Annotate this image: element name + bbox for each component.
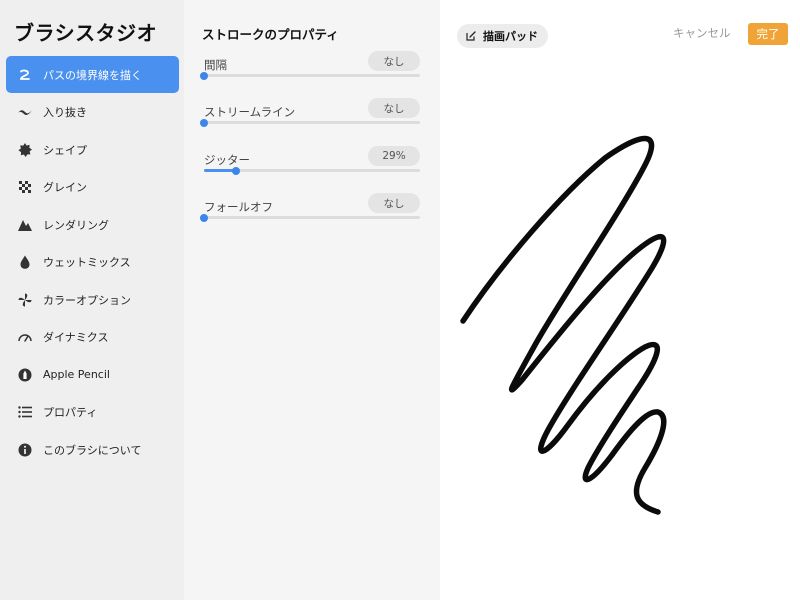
sidebar-item-label: カラーオプション <box>43 293 131 307</box>
property-value-badge[interactable]: 29% <box>368 146 420 166</box>
sidebar-item-properties[interactable]: プロパティ <box>6 394 179 432</box>
streamline-slider[interactable] <box>200 118 420 127</box>
shape-icon <box>17 142 33 158</box>
sidebar-item-wet-mix[interactable]: ウェットミックス <box>6 244 179 282</box>
color-options-icon <box>17 292 33 308</box>
sidebar-item-label: シェイプ <box>43 143 87 157</box>
dynamics-icon <box>17 329 33 345</box>
drawing-pad-area[interactable]: 描画パッド キャンセル 完了 <box>440 0 800 600</box>
property-label: ジッター <box>204 153 250 167</box>
property-value-badge[interactable]: なし <box>368 193 420 213</box>
sidebar-item-color-options[interactable]: カラーオプション <box>6 281 179 319</box>
sidebar-item-dynamics[interactable]: ダイナミクス <box>6 319 179 357</box>
sidebar-nav: パスの境界線を描く 入り抜き シェイプ グレイン レンダリング ウェットミックス… <box>6 56 179 469</box>
slider-thumb[interactable] <box>200 213 208 222</box>
stroke-path-icon <box>17 67 33 83</box>
done-button[interactable]: 完了 <box>748 23 788 45</box>
sidebar-item-shape[interactable]: シェイプ <box>6 131 179 169</box>
sidebar-item-label: レンダリング <box>43 218 109 232</box>
property-value-badge[interactable]: なし <box>368 51 420 71</box>
property-label: ストリームライン <box>204 105 296 119</box>
sidebar-item-label: ウェットミックス <box>43 256 131 270</box>
properties-icon <box>17 404 33 420</box>
sidebar-item-label: グレイン <box>43 181 87 195</box>
rendering-icon <box>17 217 33 233</box>
grain-icon <box>17 179 33 195</box>
property-label: 間隔 <box>204 58 227 72</box>
property-value-badge[interactable]: なし <box>368 98 420 118</box>
slider-thumb[interactable] <box>232 166 241 175</box>
sidebar-item-label: ダイナミクス <box>43 331 109 345</box>
panel-title: ストロークのプロパティ <box>202 27 339 42</box>
sidebar-item-stroke-path[interactable]: パスの境界線を描く <box>6 56 179 93</box>
drawing-pad-button[interactable]: 描画パッド <box>457 24 548 48</box>
sidebar-item-rendering[interactable]: レンダリング <box>6 206 179 244</box>
taper-icon <box>17 104 33 120</box>
spacing-slider[interactable] <box>200 71 420 80</box>
sidebar-item-about-brush[interactable]: このブラシについて <box>6 431 179 469</box>
stroke-properties-panel: ストロークのプロパティ 間隔 なし ストリームライン なし ジッター 29% フ… <box>184 0 440 600</box>
wet-mix-icon <box>17 254 33 270</box>
app-title: ブラシスタジオ <box>14 21 158 45</box>
property-label: フォールオフ <box>204 200 273 214</box>
sidebar-item-apple-pencil[interactable]: Apple Pencil <box>6 356 179 394</box>
edit-icon <box>466 31 476 41</box>
slider-thumb[interactable] <box>200 118 208 127</box>
sidebar: ブラシスタジオ パスの境界線を描く 入り抜き シェイプ グレイン レンダリング … <box>0 0 184 600</box>
sidebar-item-label: このブラシについて <box>43 443 142 457</box>
cancel-button[interactable]: キャンセル <box>673 25 731 41</box>
sidebar-item-label: Apple Pencil <box>43 368 110 382</box>
sidebar-item-label: プロパティ <box>43 406 98 420</box>
sidebar-item-label: 入り抜き <box>43 106 87 120</box>
falloff-slider[interactable] <box>200 213 420 222</box>
sidebar-item-taper[interactable]: 入り抜き <box>6 94 179 132</box>
jitter-slider[interactable] <box>204 166 420 175</box>
sidebar-item-label: パスの境界線を描く <box>43 68 142 82</box>
slider-thumb[interactable] <box>200 71 208 80</box>
apple-pencil-icon <box>17 367 33 383</box>
drawing-pad-label: 描画パッド <box>483 30 538 43</box>
brush-stroke-preview <box>460 135 667 515</box>
info-icon <box>17 442 33 458</box>
sidebar-item-grain[interactable]: グレイン <box>6 169 179 207</box>
